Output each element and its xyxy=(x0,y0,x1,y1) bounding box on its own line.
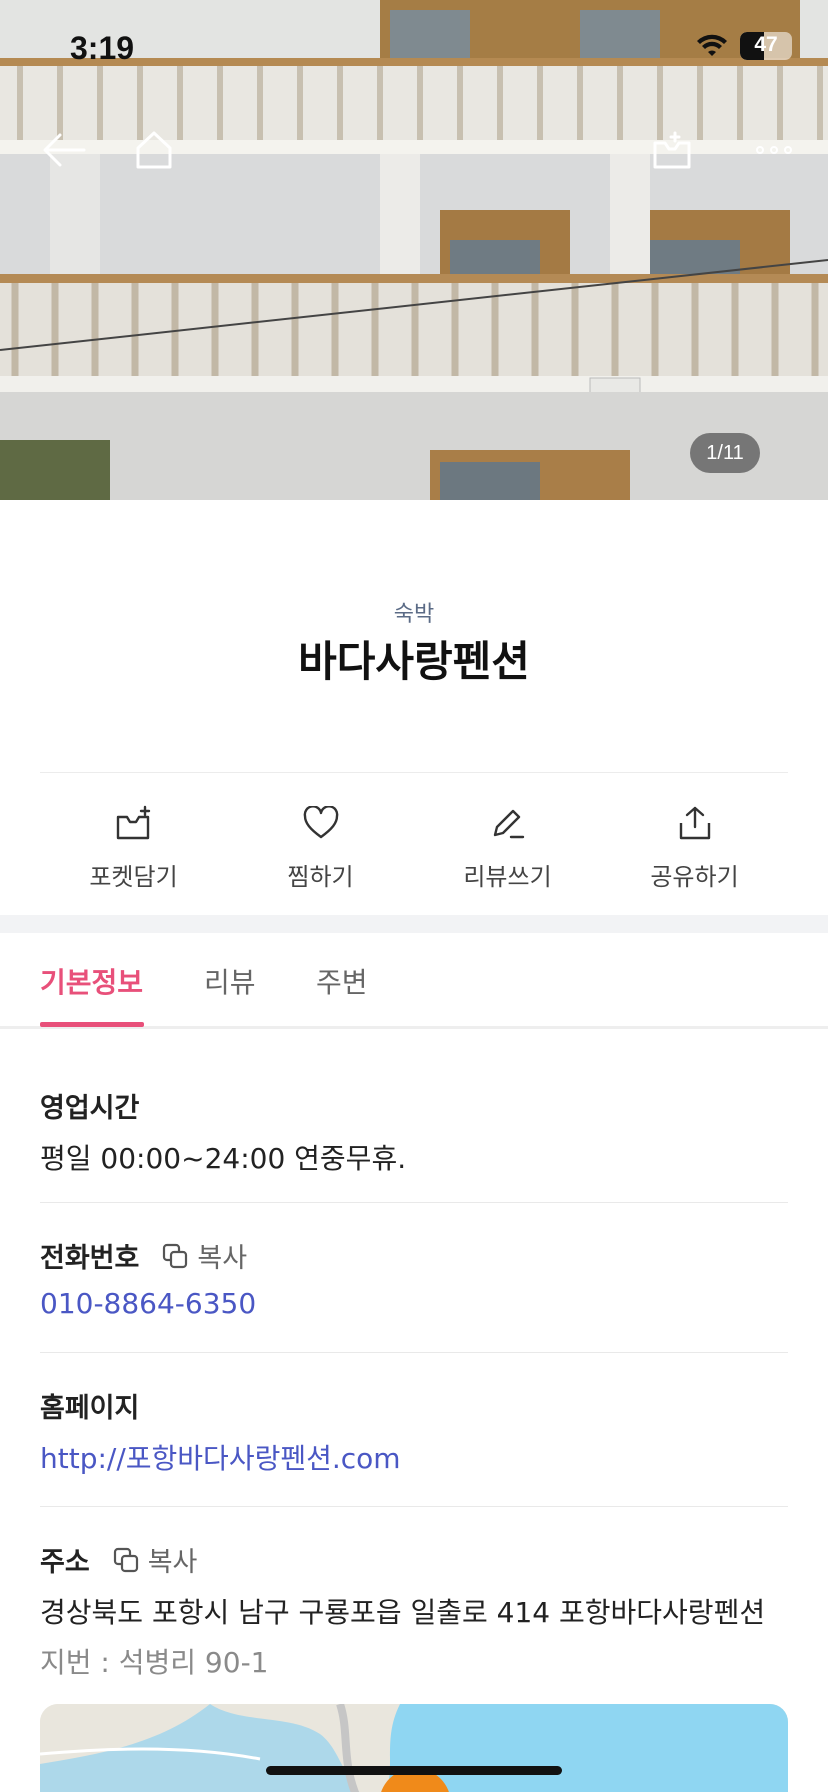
active-tab-underline xyxy=(40,1022,144,1027)
status-bar: 3:19 47 xyxy=(0,0,828,100)
phone-section: 전화번호 복사 010-8864-6350 xyxy=(40,1236,788,1320)
tab-basic-info[interactable]: 기본정보 xyxy=(40,961,143,1001)
tab-nearby[interactable]: 주변 xyxy=(316,961,368,1001)
pocket-add-label: 포켓담기 xyxy=(89,863,178,891)
home-icon xyxy=(136,131,172,169)
status-time: 3:19 xyxy=(70,30,135,66)
map-tiles xyxy=(40,1704,788,1792)
pocket-icon xyxy=(653,131,691,169)
divider xyxy=(40,1202,788,1203)
lot-number: 지번 : 석병리 90-1 xyxy=(40,1646,269,1679)
location-map[interactable] xyxy=(40,1704,788,1792)
phone-number-link[interactable]: 010-8864-6350 xyxy=(40,1287,788,1320)
back-button[interactable] xyxy=(34,120,94,180)
phone-title: 전화번호 xyxy=(40,1243,140,1274)
pocket-add-icon xyxy=(116,805,150,840)
copy-phone-button[interactable]: 복사 xyxy=(161,1236,247,1275)
wifi-icon xyxy=(697,34,727,56)
copy-icon xyxy=(113,1547,138,1572)
hours-title: 영업시간 xyxy=(40,1093,140,1124)
hours-section: 영업시간 평일 00:00~24:00 연중무휴. xyxy=(40,1086,788,1177)
copy-address-button[interactable]: 복사 xyxy=(112,1540,198,1579)
favorite-label: 찜하기 xyxy=(287,863,354,891)
copy-phone-label: 복사 xyxy=(197,1243,248,1274)
address-section: 주소 복사 경상북도 포항시 남구 구룡포읍 일출로 414 포항바다사랑펜션 … xyxy=(40,1540,788,1681)
heart-icon xyxy=(303,806,338,839)
share-icon xyxy=(679,806,710,840)
write-review-button[interactable]: 리뷰쓰기 xyxy=(414,773,601,915)
detail-tabs: 기본정보 리뷰 주변 xyxy=(0,933,828,1029)
address-value: 경상북도 포항시 남구 구룡포읍 일출로 414 포항바다사랑펜션 xyxy=(40,1596,766,1629)
pocket-button[interactable] xyxy=(642,120,702,180)
divider xyxy=(40,1352,788,1353)
share-label: 공유하기 xyxy=(650,863,739,891)
homepage-link[interactable]: http://포항바다사랑펜션.com xyxy=(40,1437,788,1477)
action-bar: 포켓담기 찜하기 리뷰쓰기 공유하기 xyxy=(40,773,788,915)
favorite-button[interactable]: 찜하기 xyxy=(227,773,414,915)
more-button[interactable] xyxy=(744,120,804,180)
homepage-section: 홈페이지 http://포항바다사랑펜션.com xyxy=(40,1386,788,1477)
arrow-left-icon xyxy=(43,133,86,167)
more-dots-icon xyxy=(756,146,792,154)
pencil-icon xyxy=(493,809,524,839)
home-button[interactable] xyxy=(124,120,184,180)
share-button[interactable]: 공유하기 xyxy=(601,773,788,915)
write-review-label: 리뷰쓰기 xyxy=(463,863,552,891)
home-indicator xyxy=(266,1766,562,1775)
battery-level: 47 xyxy=(754,33,778,56)
battery-indicator: 47 xyxy=(740,32,792,60)
place-header: 숙박 바다사랑펜션 xyxy=(0,500,828,772)
tab-reviews[interactable]: 리뷰 xyxy=(204,961,256,1001)
homepage-title: 홈페이지 xyxy=(40,1393,140,1424)
pocket-add-button[interactable]: 포켓담기 xyxy=(40,773,227,915)
section-band xyxy=(0,915,828,933)
copy-address-label: 복사 xyxy=(147,1547,198,1578)
hours-value: 평일 00:00~24:00 연중무휴. xyxy=(40,1142,407,1175)
copy-icon xyxy=(163,1243,188,1268)
place-name: 바다사랑펜션 xyxy=(298,637,530,686)
address-title: 주소 xyxy=(40,1547,90,1578)
divider xyxy=(40,1506,788,1507)
place-category: 숙박 xyxy=(393,602,435,627)
gallery-page-indicator: 1/11 xyxy=(690,433,760,473)
hero-photo-gallery[interactable]: 3:19 47 1/11 xyxy=(0,0,828,500)
